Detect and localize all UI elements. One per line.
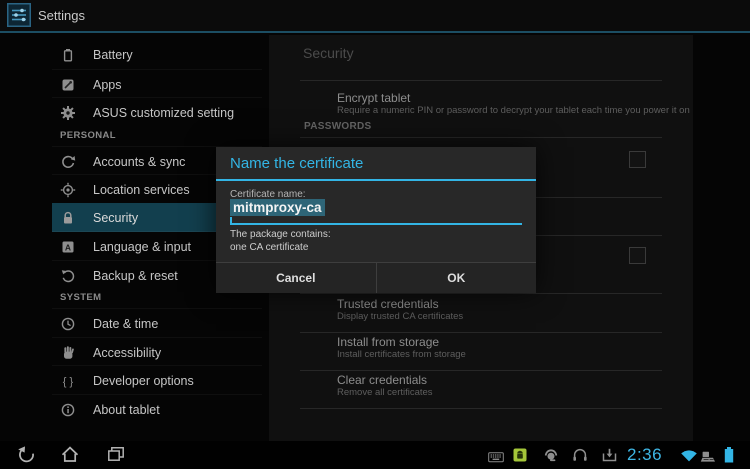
location-icon: [60, 182, 76, 198]
divider: [300, 370, 662, 371]
sidebar-item-label: ASUS customized setting: [93, 106, 234, 120]
clock-icon: [60, 316, 76, 332]
sidebar-item-developer-options[interactable]: { } Developer options: [52, 365, 262, 395]
divider: [300, 80, 662, 81]
sidebar-item-label: Apps: [93, 78, 122, 92]
divider: [300, 332, 662, 333]
clock: 2:36: [627, 441, 662, 469]
sidebar-item-apps[interactable]: Apps: [52, 69, 262, 99]
hand-icon: [60, 345, 76, 361]
apps-icon: [60, 77, 76, 93]
input-underline: [230, 223, 522, 225]
sidebar-section-personal: PERSONAL: [60, 126, 116, 146]
checkbox[interactable]: [629, 151, 646, 168]
home-button[interactable]: [60, 445, 80, 465]
sidebar-item-about-tablet[interactable]: About tablet: [52, 394, 262, 424]
trusted-credentials-title[interactable]: Trusted credentials: [337, 297, 439, 311]
headset-icon: [543, 447, 559, 468]
recents-button[interactable]: [106, 445, 126, 465]
wifi-icon: [680, 449, 698, 467]
checkbox[interactable]: [629, 247, 646, 264]
content-title: Security: [303, 45, 354, 61]
page-title: Settings: [38, 8, 85, 23]
back-button[interactable]: [16, 445, 36, 465]
sidebar-section-system: SYSTEM: [60, 288, 101, 308]
sidebar-item-label: Backup & reset: [93, 269, 178, 283]
dialog-title: Name the certificate: [230, 155, 363, 172]
name-certificate-dialog: Name the certificate Certificate name: m…: [216, 147, 536, 292]
dialog-button-bar: Cancel OK: [216, 262, 536, 293]
headphones-icon: [572, 447, 588, 468]
language-icon: A: [60, 239, 76, 255]
sidebar-item-date-time[interactable]: Date & time: [52, 308, 262, 338]
install-from-storage-desc: Install certificates from storage: [337, 349, 466, 360]
sidebar-item-label: Location services: [93, 183, 190, 197]
encrypt-tablet-title[interactable]: Encrypt tablet: [337, 91, 410, 105]
keyboard-dock-icon: [700, 450, 716, 468]
selected-input-text: mitmproxy-ca: [230, 199, 325, 216]
sidebar-item-accessibility[interactable]: Accessibility: [52, 337, 262, 367]
status-tray[interactable]: 2:36 »: [485, 441, 750, 469]
sidebar-item-label: About tablet: [93, 403, 160, 417]
encrypt-tablet-desc: Require a numeric PIN or password to dec…: [337, 105, 690, 116]
sidebar-item-label: Security: [93, 211, 138, 225]
ok-button[interactable]: OK: [377, 263, 537, 293]
sidebar-item-label: Accessibility: [93, 346, 161, 360]
sidebar-item-label: Battery: [93, 48, 133, 62]
dialog-title-divider: [216, 179, 536, 181]
gear-icon: [60, 105, 76, 121]
action-bar: Settings: [0, 0, 750, 33]
sidebar-item-label: Date & time: [93, 317, 158, 331]
certificate-name-input[interactable]: mitmproxy-ca: [230, 200, 522, 221]
package-contents-value: one CA certificate: [230, 242, 308, 253]
divider: [300, 293, 662, 294]
system-bar: 2:36 »: [0, 441, 750, 469]
sidebar-item-battery[interactable]: Battery: [52, 40, 262, 69]
passwords-section-header: PASSWORDS: [304, 121, 372, 132]
sidebar-item-label: Accounts & sync: [93, 155, 185, 169]
info-icon: [60, 402, 76, 418]
divider: [300, 408, 662, 409]
sidebar-item-asus-setting[interactable]: ASUS customized setting: [52, 97, 262, 127]
cancel-button[interactable]: Cancel: [216, 263, 377, 293]
usb-debugging-android-icon: [513, 448, 527, 467]
divider: [300, 137, 662, 138]
sync-icon: [60, 154, 76, 170]
clear-credentials-desc: Remove all certificates: [337, 387, 433, 398]
svg-text:{ }: { }: [63, 376, 74, 388]
sidebar-item-label: Developer options: [93, 374, 194, 388]
battery-icon-status: [723, 446, 735, 469]
lock-icon: [60, 210, 76, 226]
trusted-credentials-desc: Display trusted CA certificates: [337, 311, 463, 322]
braces-icon: { }: [60, 373, 76, 389]
keyboard-icon: [488, 450, 504, 468]
tablet-screen: Settings Battery Apps ASUS customized se…: [0, 0, 750, 469]
package-contains-label: The package contains:: [230, 229, 331, 240]
clear-credentials-title[interactable]: Clear credentials: [337, 373, 427, 387]
install-from-storage-title[interactable]: Install from storage: [337, 335, 439, 349]
backup-icon: [60, 268, 76, 284]
sidebar-item-label: Language & input: [93, 240, 191, 254]
svg-text:A: A: [65, 242, 71, 252]
settings-app-icon: [7, 3, 31, 27]
install-notification-icon: [602, 448, 617, 467]
battery-icon: [60, 47, 76, 63]
